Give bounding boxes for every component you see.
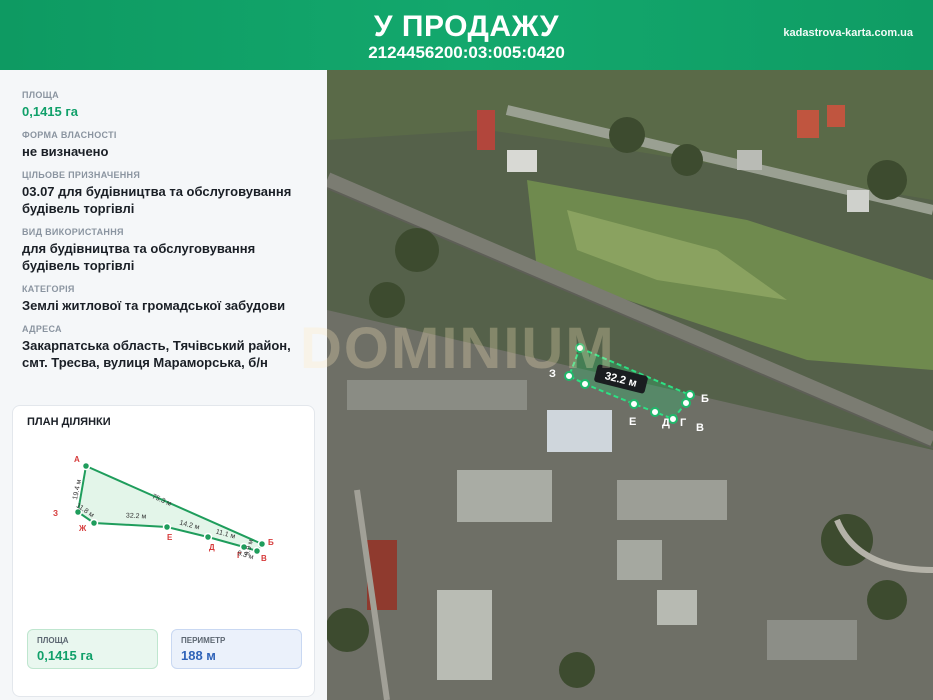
category-label: КАТЕГОРІЯ [22,284,75,294]
perimeter-stat: ПЕРИМЕТР 188 м [171,629,302,669]
map-label-z: З [549,368,556,380]
map-roof [737,150,762,170]
area-stat-value: 0,1415 га [37,648,94,663]
map-roof [797,110,819,138]
map-building [767,620,857,660]
plan-label-a: А [74,455,80,464]
plan-seg-ezh: 32.2 м [126,512,147,520]
area-value: 0,1415 га [22,104,79,119]
map-building [547,410,612,452]
purpose-label: ЦІЛЬОВЕ ПРИЗНАЧЕННЯ [22,170,141,180]
map-roof [847,190,869,212]
plan-card: ПЛАН ДІЛЯНКИ А Б В Г Д Е Ж З 75.3 м 9.9 … [12,405,315,697]
usage-label: ВИД ВИКОРИСТАННЯ [22,227,124,237]
plan-vertex-a [81,461,91,471]
map-building [437,590,492,680]
purpose-value-line1: 03.07 для будівництва та обслуговування [22,184,292,199]
address-value-line1: Закарпатська область, Тячівський район, [22,338,291,353]
address-label: АДРЕСА [22,324,62,334]
area-label: ПЛОЩА [22,90,59,100]
ownership-field: ФОРМА ВЛАСНОСТІ не визначено [22,130,312,160]
map-building [457,470,552,522]
ownership-label: ФОРМА ВЛАСНОСТІ [22,130,117,140]
plan-drawing: А Б В Г Д Е Ж З 75.3 м 9.9 м 9.3 м 11.1 … [53,455,274,563]
category-value: Землі житлової та громадської забудови [22,298,286,313]
satellite-map[interactable]: 32.2 м З Б Е Д Г В [327,70,933,700]
map-building [657,590,697,625]
map-label-g: Г [680,417,687,429]
map-roof [477,110,495,150]
map-label-e: Е [629,416,636,428]
plan-label-b: Б [268,538,274,547]
map-label-b: Б [701,393,709,405]
address-value-line2: смт. Тресва, вулиця Мараморська, б/н [22,355,268,370]
address-field: АДРЕСА Закарпатська область, Тячівський … [22,324,312,371]
site-link[interactable]: kadastrova-karta.com.ua [783,27,913,39]
map-building [617,480,727,520]
plan-label-z: З [53,509,58,518]
area-stat-label: ПЛОЩА [37,636,69,645]
map-building [617,540,662,580]
map-label-d: Д [662,417,670,429]
plan-vertex-b [257,539,267,549]
usage-field: ВИД ВИКОРИСТАННЯ для будівництва та обсл… [22,227,312,274]
plan-vertex-e [162,522,172,532]
area-stat: ПЛОЩА 0,1415 га [27,629,158,669]
plan-label-v: В [261,554,267,563]
parcel-info: ПЛОЩА 0,1415 га ФОРМА ВЛАСНОСТІ не визна… [22,90,312,381]
plan-label-zh: Ж [78,524,87,533]
ownership-value: не визначено [22,144,109,159]
cadastral-number: 2124456200:03:005:0420 [368,43,565,62]
info-panel: ПЛОЩА 0,1415 га ФОРМА ВЛАСНОСТІ не визна… [0,70,327,700]
perimeter-stat-value: 188 м [181,648,216,663]
plan-label-d: Д [209,543,215,552]
purpose-value-line2: будівель торгівлі [22,201,135,216]
plan-vertex-d [203,532,213,542]
plan-vertex-zh [89,518,99,528]
plan-vertex-v [252,546,262,556]
header: У ПРОДАЖУ 2124456200:03:005:0420 kadastr… [0,0,933,70]
usage-value-line2: будівель торгівлі [22,258,135,273]
map-roof [507,150,537,172]
map-label-v: В [696,422,704,434]
category-field: КАТЕГОРІЯ Землі житлової та громадської … [22,284,312,314]
usage-value-line1: для будівництва та обслуговування [22,241,256,256]
map-roof [827,105,845,127]
map-building [347,380,527,410]
area-field: ПЛОЩА 0,1415 га [22,90,312,120]
purpose-field: ЦІЛЬОВЕ ПРИЗНАЧЕННЯ 03.07 для будівництв… [22,170,312,217]
plan-label-e: Е [167,533,173,542]
perimeter-stat-label: ПЕРИМЕТР [181,636,226,645]
map-imagery: 32.2 м З Б Е Д Г В [327,70,933,700]
